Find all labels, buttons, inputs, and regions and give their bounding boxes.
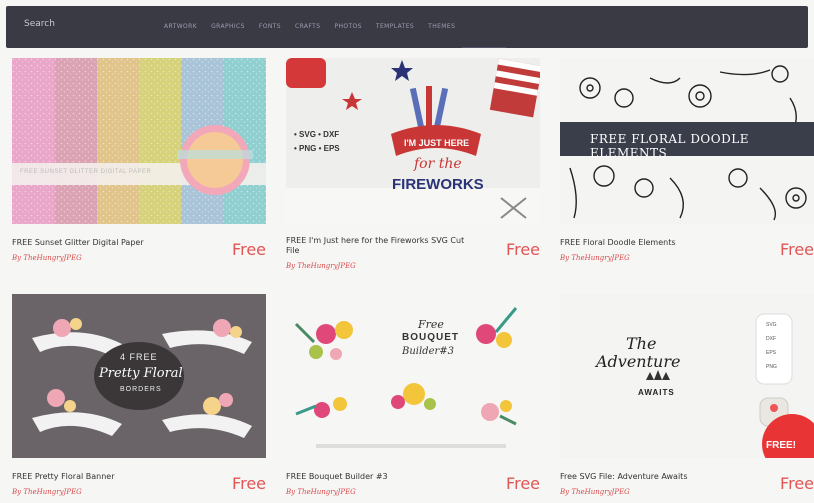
product-thumbnail[interactable]: FREE FLORAL DOODLE ELEMENTS [560,58,814,224]
product-price: Free [780,240,814,259]
thumbnail-text-free: Free [418,318,444,331]
product-title[interactable]: FREE Sunset Glitter Digital Paper [12,238,212,248]
product-author[interactable]: By TheHungryJPEG [560,488,630,496]
thumbnail-format-svg: SVG [766,322,777,328]
product-price: Free [780,474,814,493]
product-thumbnail[interactable]: The Adventure AWAITS SVG DXF EPS PNG FRE… [560,294,814,458]
thumbnail-text-the: The [626,334,657,353]
thumbnail-caption: FREE SUNSET GLITTER DIGITAL PAPER [20,169,152,175]
thumbnail-formats-line-1: • SVG • DXF [294,130,340,139]
product-price: Free [506,240,540,259]
thumbnail-text-adventure: Adventure [596,352,681,371]
nav-item-fonts[interactable]: FONTS [259,23,281,30]
thumbnail-text-script: for the [414,156,462,172]
nav-active-underline [462,47,506,48]
product-title[interactable]: FREE Bouquet Builder #3 [286,472,486,482]
product-title[interactable]: Free SVG File: Adventure Awaits [560,472,760,482]
product-title[interactable]: FREE Pretty Floral Banner [12,472,212,482]
nav-item-artwork[interactable]: ARTWORK [164,23,197,30]
product-thumbnail[interactable]: • SVG • DXF • PNG • EPS I'M JUST HERE fo… [286,58,540,224]
thumbnail-format-eps: EPS [766,350,777,356]
nav-item-crafts[interactable]: CRAFTS [295,23,320,30]
product-price: Free [506,474,540,493]
product-thumbnail[interactable]: 4 FREE Pretty Floral BORDERS [12,294,266,458]
category-nav: ARTWORK GRAPHICS FONTS CRAFTS PHOTOS TEM… [164,23,455,30]
thumbnail-text-headline: I'M JUST HERE [404,138,470,148]
thumbnail-text-bouquet: BOUQUET [402,332,459,343]
top-navigation-bar: Search ARTWORK GRAPHICS FONTS CRAFTS PHO… [6,6,808,48]
product-author[interactable]: By TheHungryJPEG [560,254,630,262]
product-author[interactable]: By TheHungryJPEG [12,488,82,496]
product-price: Free [232,474,266,493]
thumbnail-formats-line-2: • PNG • EPS [294,144,340,153]
nav-item-graphics[interactable]: GRAPHICS [211,23,245,30]
product-title[interactable]: FREE I'm Just here for the Fireworks SVG… [286,236,466,256]
nav-item-themes[interactable]: THEMES [428,23,455,30]
product-author[interactable]: By TheHungryJPEG [286,262,356,270]
product-author[interactable]: By TheHungryJPEG [12,254,82,262]
thumbnail-text-awaits: AWAITS [638,388,675,397]
thumbnail-text-count: 4 FREE [120,352,158,362]
search-input[interactable]: Search [24,19,55,29]
free-badge: FREE! [766,440,796,451]
product-thumbnail[interactable]: Free BOUQUET Builder#3 [286,294,540,458]
nav-item-photos[interactable]: PHOTOS [334,23,361,30]
nav-item-templates[interactable]: TEMPLATES [376,23,414,30]
thumbnail-banner-text: FREE FLORAL DOODLE ELEMENTS [590,132,749,160]
thumbnail-text-borders: BORDERS [120,386,162,393]
thumbnail-text-script: Pretty Floral [99,366,183,381]
thumbnail-text-builder: Builder#3 [402,346,455,357]
product-thumbnail[interactable]: FREE SUNSET GLITTER DIGITAL PAPER [12,58,266,224]
product-title[interactable]: FREE Floral Doodle Elements [560,238,760,248]
thumbnail-format-png: PNG [766,364,777,370]
thumbnail-text-fireworks: FIREWORKS [392,176,484,193]
product-author[interactable]: By TheHungryJPEG [286,488,356,496]
product-price: Free [232,240,266,259]
thumbnail-format-dxf: DXF [766,336,776,342]
